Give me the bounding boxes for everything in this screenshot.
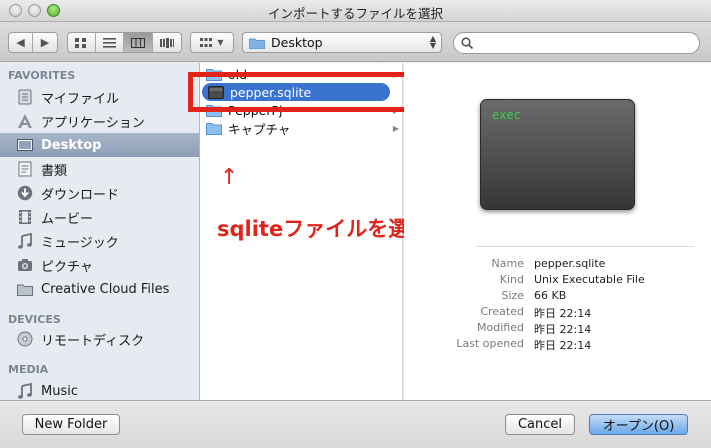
preview-pane: exec Name pepper.sqlite Kind Unix Execut… — [404, 63, 711, 400]
file-row-capture[interactable]: キャプチャ ▶ — [200, 119, 403, 137]
movies-icon — [16, 208, 34, 226]
remote-disc-icon — [16, 330, 34, 348]
arrange-grid-icon — [200, 37, 213, 47]
applications-icon — [16, 112, 34, 130]
sidebar-item-label: アプリケーション — [41, 115, 145, 131]
documents-icon — [16, 160, 34, 178]
sidebar-item-documents[interactable]: 書類 — [0, 157, 199, 181]
sidebar-item-label: リモートディスク — [41, 333, 145, 349]
sidebar-header-devices: DEVICES — [8, 313, 61, 326]
info-value: 66 KB — [534, 289, 567, 302]
new-folder-button[interactable]: New Folder — [22, 414, 120, 435]
search-input[interactable] — [477, 36, 699, 50]
sidebar-item-media-music[interactable]: Music — [0, 379, 199, 400]
sidebar-item-all-files[interactable]: マイファイル — [0, 85, 199, 109]
icon-view-icon — [75, 37, 87, 48]
music-icon — [16, 382, 34, 400]
location-popup[interactable]: Desktop ▲ ▼ — [242, 32, 442, 53]
chevron-down-icon: ▼ — [217, 38, 224, 47]
sidebar-item-label: 書類 — [41, 163, 68, 179]
info-row-created: Created 昨日 22:14 — [404, 305, 711, 321]
search-icon — [461, 37, 473, 49]
desktop-icon — [16, 136, 34, 154]
search-field[interactable] — [453, 32, 700, 54]
cancel-button[interactable]: Cancel — [505, 414, 575, 435]
downloads-icon — [16, 184, 34, 202]
toolbar: ◀ ▶ ▼ Desktop ▲ ▼ — [0, 22, 711, 62]
icon-view-button[interactable] — [68, 33, 96, 52]
sidebar-item-label: Music — [41, 383, 78, 399]
info-value: pepper.sqlite — [534, 257, 606, 270]
info-value: 昨日 22:14 — [534, 323, 592, 336]
annotation-highlight-box — [188, 72, 412, 112]
coverflow-view-icon — [159, 37, 174, 48]
all-files-icon — [16, 88, 34, 106]
chevron-right-icon: ▶ — [392, 123, 399, 133]
music-icon — [16, 232, 34, 250]
back-button[interactable]: ◀ — [9, 33, 33, 52]
back-forward-control: ◀ ▶ — [8, 32, 58, 53]
file-name: キャプチャ — [228, 121, 291, 137]
updown-arrows-icon: ▲ ▼ — [429, 34, 436, 50]
sidebar-item-applications[interactable]: アプリケーション — [0, 109, 199, 133]
info-value: 昨日 22:14 — [534, 339, 592, 352]
sidebar-item-pictures[interactable]: ピクチャ — [0, 253, 199, 277]
info-key: Created — [480, 305, 524, 318]
chevron-left-icon: ◀ — [16, 36, 25, 49]
preview-divider — [476, 246, 694, 247]
view-mode-control — [67, 32, 182, 53]
list-view-button[interactable] — [96, 33, 125, 52]
thumbnail-text: exec — [492, 108, 521, 122]
sidebar-item-label: ミュージック — [41, 235, 119, 251]
info-value: Unix Executable File — [534, 273, 645, 286]
dialog-footer: New Folder Cancel オープン(O) — [0, 400, 711, 448]
forward-button[interactable]: ▶ — [33, 33, 57, 52]
sidebar-item-label: マイファイル — [41, 91, 120, 107]
annotation-text: sqliteファイルを選択 — [217, 217, 431, 241]
sidebar-header-favorites: FAVORITES — [8, 69, 76, 82]
info-row-size: Size 66 KB — [404, 289, 711, 305]
info-row-name: Name pepper.sqlite — [404, 257, 711, 273]
coverflow-view-button[interactable] — [153, 33, 181, 52]
chevron-right-icon: ▶ — [40, 36, 50, 49]
title-bar: インポートするファイルを選択 — [0, 0, 711, 22]
info-key: Last opened — [456, 337, 524, 350]
sidebar-item-label: Desktop — [41, 137, 102, 153]
arrange-button[interactable]: ▼ — [190, 32, 234, 53]
info-key: Kind — [499, 273, 524, 286]
annotation-arrow: ↑ — [220, 165, 239, 190]
info-key: Name — [491, 257, 524, 270]
open-button[interactable]: オープン(O) — [589, 414, 688, 435]
pictures-icon — [16, 256, 34, 274]
sidebar-item-remote-disc[interactable]: リモートディスク — [0, 327, 199, 351]
folder-icon — [206, 122, 222, 135]
sidebar-item-label: Creative Cloud Files — [41, 281, 170, 297]
sidebar: FAVORITES マイファイル アプリケーション Desktop 書類 ダウン… — [0, 63, 200, 400]
sidebar-item-music[interactable]: ミュージック — [0, 229, 199, 253]
sidebar-item-movies[interactable]: ムービー — [0, 205, 199, 229]
list-view-icon — [102, 37, 116, 48]
info-key: Size — [501, 289, 524, 302]
window-title: インポートするファイルを選択 — [267, 6, 443, 21]
executable-thumbnail: exec — [480, 99, 635, 210]
column-view-button[interactable] — [124, 33, 153, 52]
info-row-modified: Modified 昨日 22:14 — [404, 321, 711, 337]
sidebar-item-downloads[interactable]: ダウンロード — [0, 181, 199, 205]
info-row-kind: Kind Unix Executable File — [404, 273, 711, 289]
sidebar-item-label: ムービー — [41, 211, 94, 227]
sidebar-item-desktop[interactable]: Desktop — [0, 133, 199, 157]
folder-icon — [16, 280, 34, 298]
folder-icon — [249, 38, 265, 49]
sidebar-item-label: ダウンロード — [41, 187, 120, 203]
sidebar-item-label: ピクチャ — [41, 259, 93, 275]
info-value: 昨日 22:14 — [534, 307, 592, 320]
location-label: Desktop — [271, 35, 323, 50]
sidebar-header-media: MEDIA — [8, 363, 49, 376]
sidebar-item-creative-cloud-files[interactable]: Creative Cloud Files — [0, 277, 199, 301]
info-key: Modified — [477, 321, 524, 334]
column-view-icon — [130, 37, 145, 48]
info-row-last-opened: Last opened 昨日 22:14 — [404, 337, 711, 353]
